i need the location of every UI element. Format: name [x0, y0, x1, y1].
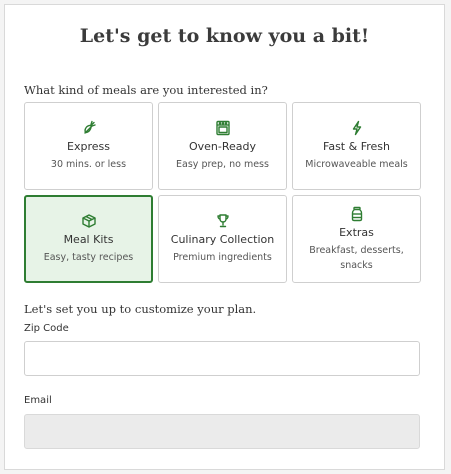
- meal-tile-oven-ready[interactable]: Oven-Ready Easy prep, no mess: [158, 102, 287, 190]
- meal-tile-fast-fresh[interactable]: Fast & Fresh Microwaveable meals: [292, 102, 421, 190]
- meal-tile-culinary-collection[interactable]: Culinary Collection Premium ingredients: [158, 195, 287, 283]
- tile-desc: Breakfast, desserts, snacks: [309, 244, 404, 271]
- tile-desc: Microwaveable meals: [305, 159, 408, 170]
- email-label: Email: [24, 395, 52, 406]
- page-title: Let's get to know you a bit!: [79, 25, 370, 47]
- plan-heading: Let's set you up to customize your plan.: [24, 302, 257, 316]
- tile-desc: 30 mins. or less: [50, 159, 127, 170]
- oven-icon: [215, 120, 230, 136]
- meal-tile-express[interactable]: Express 30 mins. or less: [24, 102, 153, 190]
- tile-name: Meal Kits: [63, 233, 114, 246]
- tile-name: Fast & Fresh: [323, 140, 390, 153]
- signup-card: Let's get to know you a bit! What kind o…: [4, 4, 445, 470]
- box-icon: [81, 214, 96, 228]
- meal-question: What kind of meals are you interested in…: [24, 83, 268, 97]
- tile-desc: Easy prep, no mess: [176, 159, 269, 170]
- meal-tile-meal-kits[interactable]: Meal Kits Easy, tasty recipes: [24, 195, 153, 283]
- tile-name: Oven-Ready: [188, 140, 257, 153]
- meal-type-grid: Express 30 mins. or less Oven-Ready Easy…: [24, 102, 421, 283]
- jar-icon: [351, 206, 362, 221]
- email-input[interactable]: [24, 414, 420, 449]
- tile-desc: Easy, tasty recipes: [43, 252, 134, 263]
- trophy-icon: [216, 214, 229, 228]
- tile-desc: Premium ingredients: [173, 252, 272, 263]
- zip-code-input[interactable]: [24, 341, 420, 376]
- tile-name: Express: [67, 140, 110, 153]
- meal-tile-extras[interactable]: Extras Breakfast, desserts, snacks: [292, 195, 421, 283]
- lightning-icon: [352, 120, 361, 136]
- tile-name: Extras: [339, 225, 374, 239]
- carrot-icon: [83, 120, 96, 134]
- tile-name: Culinary Collection: [170, 233, 275, 246]
- zip-code-label: Zip Code: [24, 323, 69, 334]
